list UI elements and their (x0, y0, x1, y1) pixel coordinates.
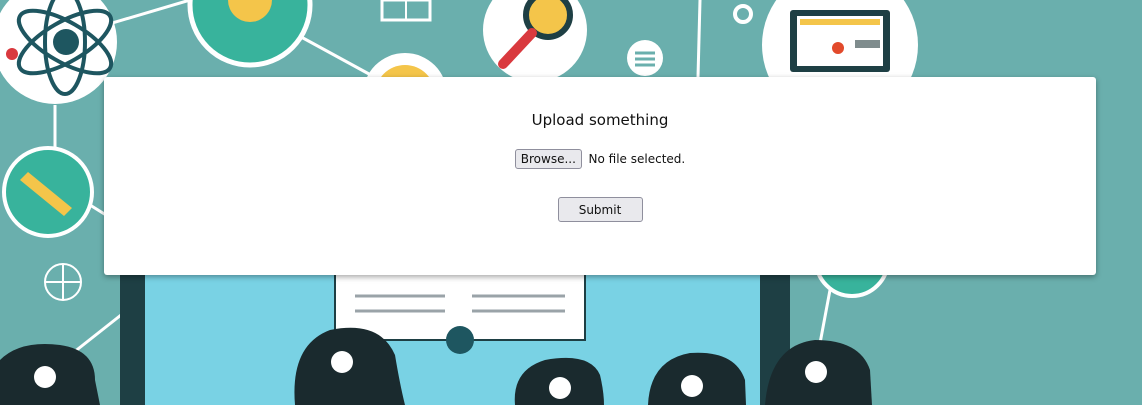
submit-button[interactable]: Submit (557, 197, 643, 222)
file-status-text: No file selected. (588, 152, 686, 166)
file-input: Browse... No file selected. (104, 149, 1096, 169)
dialog-title: Upload something (531, 111, 669, 129)
pencil-icon (2, 146, 94, 238)
basketball-icon (44, 263, 82, 301)
flask-icon (187, 0, 313, 68)
browse-button[interactable]: Browse... (514, 149, 582, 169)
book-icon (380, 0, 432, 22)
gear-icon (733, 4, 753, 24)
magnifier-icon (483, 0, 587, 82)
atom-icon (0, 0, 117, 104)
upload-dialog: Upload something Browse... No file selec… (104, 77, 1096, 275)
chat-icon (627, 40, 663, 76)
submit-row: Submit (104, 197, 1096, 222)
